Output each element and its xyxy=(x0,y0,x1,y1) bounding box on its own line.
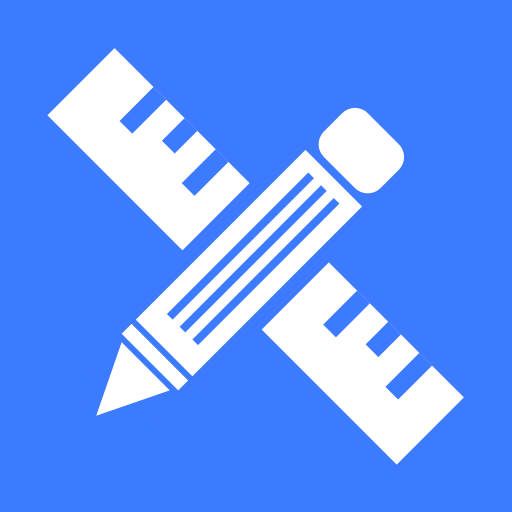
pencil-ruler-icon xyxy=(0,0,512,512)
app-icon-tile xyxy=(0,0,512,512)
